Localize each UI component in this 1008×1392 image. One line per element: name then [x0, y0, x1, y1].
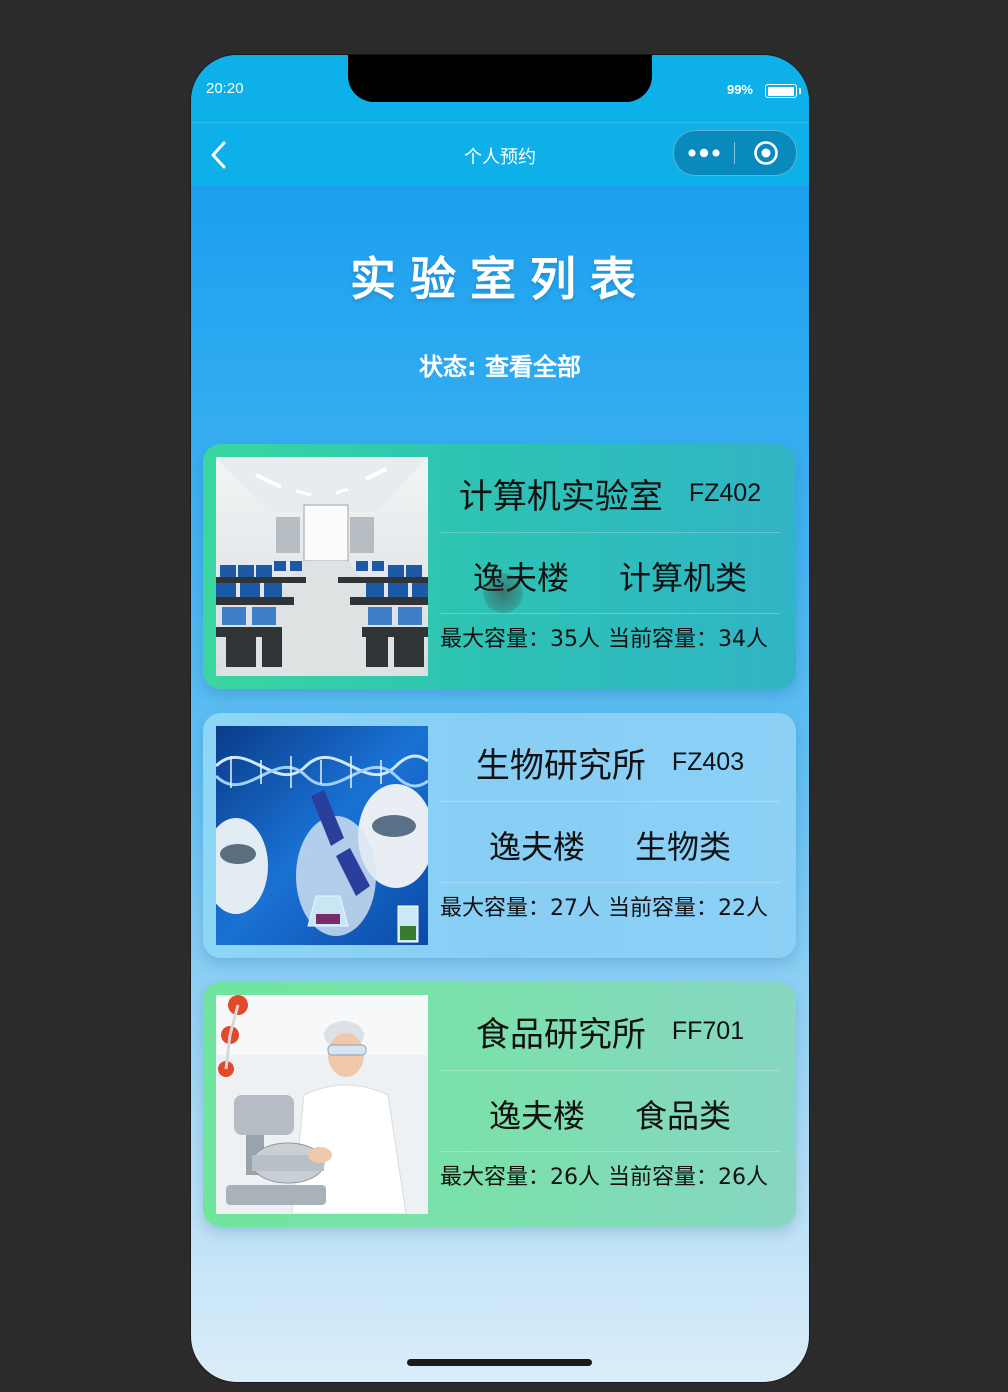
lab-code: FF701 — [671, 1016, 745, 1045]
lab-name: 生物研究所 — [475, 745, 646, 786]
more-button[interactable] — [674, 131, 734, 175]
lab-image-biology — [216, 726, 428, 945]
phone-screen: 20:20 99% 个人预约 实验室列表 状态: 查看全部 计算机实验室 FZ4… — [191, 55, 809, 1382]
mini-program-capsule — [673, 130, 797, 176]
lab-meta-row: 逸夫楼 食品类 — [440, 1089, 780, 1152]
lab-capacity-row: 最大容量：35人 当前容量：34人 — [440, 624, 780, 656]
lab-image-computer — [216, 457, 428, 676]
status-time: 20:20 — [206, 80, 244, 97]
battery-percentage: 99% — [726, 82, 753, 97]
lab-max-capacity: 最大容量：35人 — [440, 627, 600, 652]
lab-card-biology[interactable]: 生物研究所 FZ403 逸夫楼 生物类 最大容量：27人 当前容量：22人 — [203, 713, 796, 958]
lab-category: 生物类 — [635, 828, 732, 866]
lab-meta-row: 逸夫楼 生物类 — [440, 820, 780, 883]
status-label: 状态: — [419, 353, 477, 381]
lab-building: 逸夫楼 — [488, 828, 585, 866]
lab-image-food — [216, 995, 428, 1214]
notch — [348, 55, 652, 102]
lab-card-food[interactable]: 食品研究所 FF701 逸夫楼 食品类 最大容量：26人 当前容量：26人 — [203, 982, 796, 1227]
lab-category: 计算机类 — [619, 559, 748, 597]
lab-title-row: 生物研究所 FZ403 — [440, 737, 780, 802]
lab-code: FZ402 — [688, 478, 762, 507]
close-button[interactable] — [735, 131, 796, 175]
touch-indicator — [483, 573, 523, 613]
page-heading: 实验室列表 — [350, 252, 650, 306]
battery-icon — [765, 84, 801, 98]
lab-max-capacity: 最大容量：27人 — [440, 896, 600, 921]
lab-card-computer[interactable]: 计算机实验室 FZ402 逸夫楼 计算机类 最大容量：35人 当前容量：34人 — [203, 444, 796, 689]
nav-bar: 个人预约 — [191, 122, 809, 186]
lab-category: 食品类 — [635, 1097, 732, 1135]
status-filter[interactable]: 状态: 查看全部 — [191, 347, 809, 382]
lab-title-row: 食品研究所 FF701 — [440, 1006, 780, 1071]
home-indicator[interactable] — [407, 1359, 592, 1366]
lab-info: 食品研究所 FF701 逸夫楼 食品类 最大容量：26人 当前容量：26人 — [440, 982, 780, 1227]
lab-name: 计算机实验室 — [458, 476, 663, 517]
lab-current-capacity: 当前容量：34人 — [608, 627, 768, 652]
status-value: 查看全部 — [484, 353, 581, 381]
lab-info: 生物研究所 FZ403 逸夫楼 生物类 最大容量：27人 当前容量：22人 — [440, 713, 780, 958]
lab-current-capacity: 当前容量：22人 — [608, 896, 768, 921]
lab-code: FZ403 — [671, 747, 745, 776]
lab-capacity-row: 最大容量：27人 当前容量：22人 — [440, 893, 780, 925]
lab-info: 计算机实验室 FZ402 逸夫楼 计算机类 最大容量：35人 当前容量：34人 — [440, 444, 780, 689]
more-dots-icon — [688, 148, 720, 158]
lab-title-row: 计算机实验室 FZ402 — [440, 468, 780, 533]
lab-capacity-row: 最大容量：26人 当前容量：26人 — [440, 1162, 780, 1194]
target-close-icon — [753, 141, 778, 165]
status-bar: 20:20 99% — [191, 55, 809, 122]
lab-name: 食品研究所 — [475, 1014, 646, 1055]
lab-current-capacity: 当前容量：26人 — [608, 1165, 768, 1190]
lab-building: 逸夫楼 — [488, 1097, 585, 1135]
lab-max-capacity: 最大容量：26人 — [440, 1165, 600, 1190]
